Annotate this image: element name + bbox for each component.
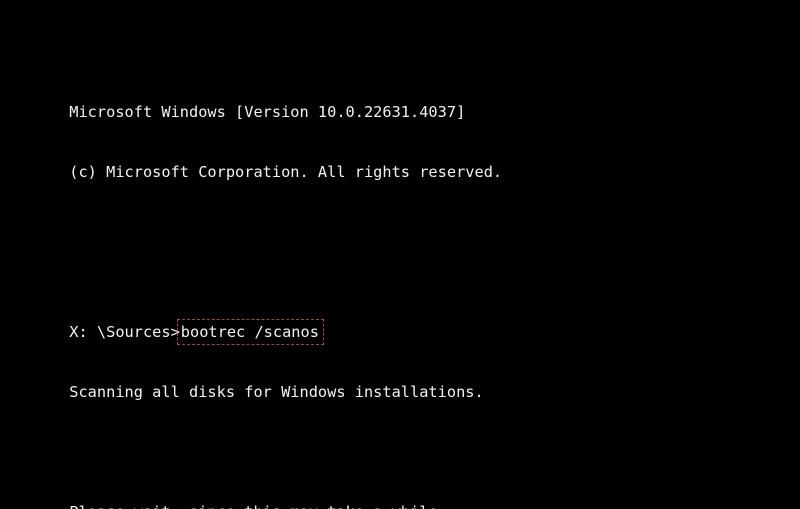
terminal-screen: Microsoft Windows [Version 10.0.22631.40… [14, 22, 800, 509]
prompt-1: X: \Sources> [69, 323, 180, 341]
output-text: Please wait, since this may take a while… [69, 503, 447, 509]
version-text: Microsoft Windows [Version 10.0.22631.40… [69, 103, 466, 121]
command-text-1: bootrec /scanos [180, 323, 319, 341]
command-highlight-1[interactable]: bootrec /scanos [176, 319, 324, 345]
command-line-1[interactable]: X: \Sources>bootrec /scanos [14, 302, 800, 345]
copyright-text: (c) Microsoft Corporation. All rights re… [69, 163, 503, 181]
output-text: Scanning all disks for Windows installat… [69, 383, 484, 401]
copyright-line: (c) Microsoft Corporation. All rights re… [14, 142, 800, 181]
output-line: Please wait, since this may take a while… [14, 482, 800, 509]
output-line: Scanning all disks for Windows installat… [14, 362, 800, 401]
version-line: Microsoft Windows [Version 10.0.22631.40… [14, 82, 800, 121]
command-prompt-window[interactable]: Microsoft Windows [Version 10.0.22631.40… [0, 0, 800, 509]
